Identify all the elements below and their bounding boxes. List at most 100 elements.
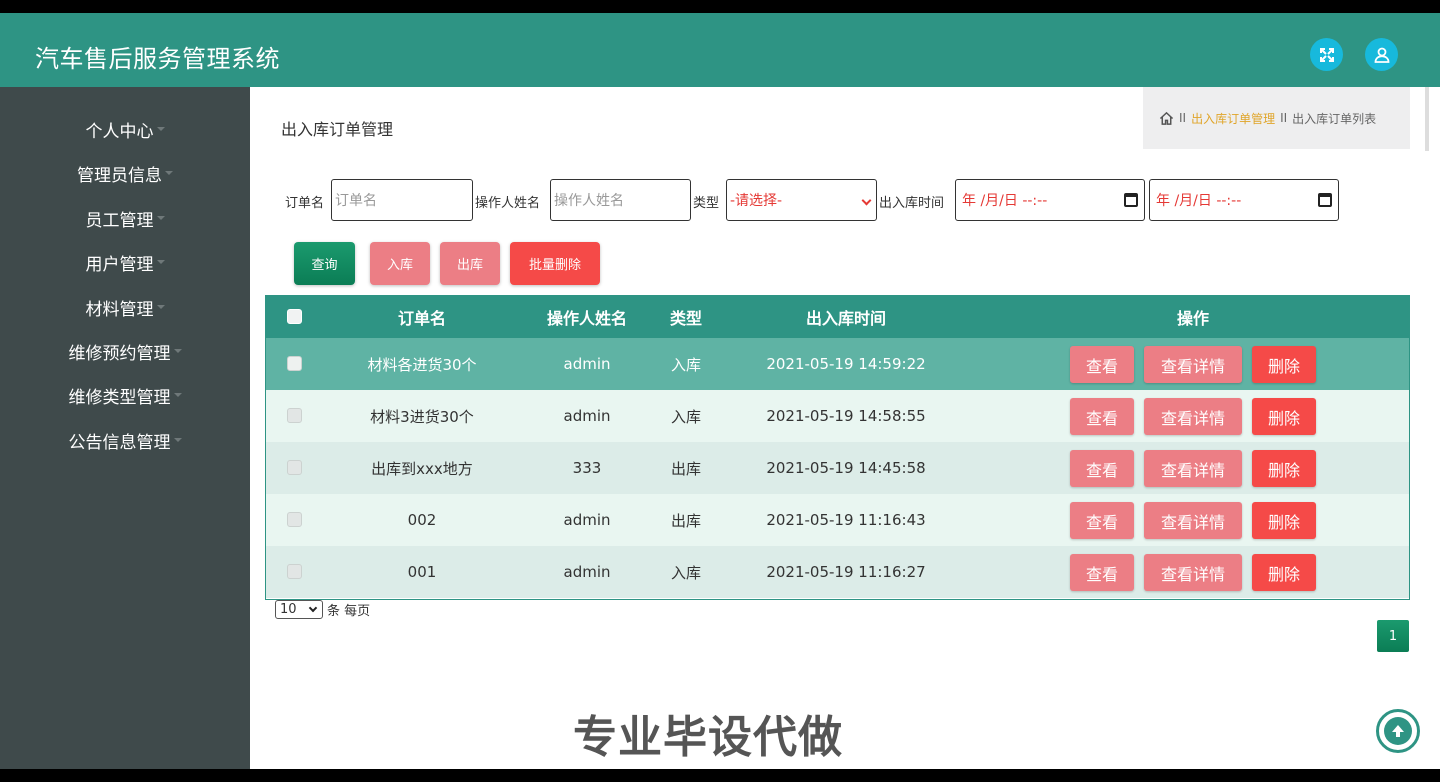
time-cell: 2021-05-19 14:58:55 — [766, 407, 926, 425]
caret-down-icon — [165, 171, 173, 175]
caret-down-icon — [173, 349, 182, 353]
stock-out-button[interactable]: 出库 — [440, 242, 500, 285]
caret-down-icon — [156, 260, 165, 264]
delete-button[interactable]: 删除 — [1252, 346, 1316, 383]
view-button[interactable]: 查看 — [1070, 554, 1134, 591]
operator-name-input[interactable]: 操作人姓名 — [550, 179, 691, 221]
type-select[interactable]: -请选择- — [726, 179, 877, 221]
caret-down-icon — [156, 305, 165, 309]
table-row[interactable]: 材料3进货30个 admin 入库 2021-05-19 14:58:55 查看… — [266, 390, 1409, 442]
order-name-label: 订单名 — [285, 196, 325, 211]
order-name-input[interactable]: 订单名 — [331, 179, 473, 221]
select-all-checkbox[interactable] — [287, 309, 302, 324]
delete-button[interactable]: 删除 — [1252, 450, 1316, 487]
view-detail-button[interactable]: 查看详情 — [1144, 450, 1242, 487]
view-button[interactable]: 查看 — [1070, 502, 1134, 539]
order-name-cell: 材料3进货30个 — [370, 407, 474, 426]
date-from-input[interactable]: 年 /月/日 --:-- — [955, 179, 1145, 221]
sidebar: 个人中心 管理员信息 员工管理 用户管理 材料管理 维修预约管理 维修类型管理 … — [0, 87, 250, 769]
column-header: 类型 — [669, 309, 702, 328]
sidebar-item-label: 维修预约管理 — [68, 343, 171, 364]
column-header: 操作人姓名 — [546, 309, 627, 328]
date-value: 年 /月/日 --:-- — [962, 193, 1048, 209]
caret-down-icon — [156, 216, 165, 220]
pagination-size: 10 条 每页 — [275, 600, 370, 619]
page-button-current[interactable]: 1 — [1377, 620, 1409, 652]
breadcrumb-link[interactable]: 出入库订单管理 — [1191, 110, 1275, 127]
home-icon[interactable] — [1159, 111, 1174, 126]
view-button[interactable]: 查看 — [1070, 398, 1134, 435]
user-button[interactable] — [1365, 38, 1398, 71]
operator-cell: 333 — [572, 459, 602, 477]
column-header: 出入库时间 — [805, 309, 886, 328]
breadcrumb-separator: II — [1179, 111, 1187, 125]
fullscreen-button[interactable] — [1310, 38, 1343, 71]
sidebar-item-admin[interactable]: 管理员信息 — [0, 158, 250, 188]
type-cell: 入库 — [670, 563, 701, 582]
view-detail-button[interactable]: 查看详情 — [1144, 554, 1242, 591]
sidebar-item-repair-booking[interactable]: 维修预约管理 — [0, 336, 250, 366]
view-button[interactable]: 查看 — [1070, 346, 1134, 383]
sidebar-item-label: 员工管理 — [85, 210, 154, 231]
arrow-up-icon — [1384, 717, 1412, 745]
breadcrumb: II 出入库订单管理 II 出入库订单列表 — [1143, 87, 1410, 149]
delete-button[interactable]: 删除 — [1252, 554, 1316, 591]
sidebar-item-repair-types[interactable]: 维修类型管理 — [0, 380, 250, 410]
time-cell: 2021-05-19 14:45:58 — [766, 459, 926, 477]
sidebar-item-materials[interactable]: 材料管理 — [0, 292, 250, 322]
sidebar-item-label: 个人中心 — [85, 121, 154, 142]
row-checkbox[interactable] — [287, 408, 302, 423]
row-checkbox[interactable] — [287, 460, 302, 475]
row-checkbox[interactable] — [287, 356, 302, 371]
delete-button[interactable]: 删除 — [1252, 502, 1316, 539]
table-row[interactable]: 002 admin 出库 2021-05-19 11:16:43 查看 查看详情… — [266, 494, 1409, 546]
select-value: -请选择- — [730, 193, 783, 209]
order-name-cell: 出库到xxx地方 — [371, 459, 473, 478]
date-value: 年 /月/日 --:-- — [1156, 193, 1242, 209]
table-row[interactable]: 材料各进货30个 admin 入库 2021-05-19 14:59:22 查看… — [266, 338, 1409, 390]
order-name-cell: 002 — [407, 511, 437, 529]
order-name-cell: 001 — [407, 563, 437, 581]
sidebar-item-profile[interactable]: 个人中心 — [0, 114, 250, 144]
app-frame: 汽车售后服务管理系统 个人中心 管理员信息 员工管理 用户管理 材料管理 维修预… — [0, 13, 1440, 769]
operator-cell: admin — [563, 355, 611, 373]
time-label: 出入库时间 — [879, 196, 945, 211]
operator-cell: admin — [563, 407, 611, 425]
type-label: 类型 — [693, 196, 720, 211]
sidebar-item-label: 材料管理 — [85, 299, 154, 320]
view-detail-button[interactable]: 查看详情 — [1144, 346, 1242, 383]
table-header: 订单名 操作人姓名 类型 出入库时间 操作 — [266, 296, 1409, 338]
query-button[interactable]: 查询 — [294, 242, 355, 285]
table-row[interactable]: 001 admin 入库 2021-05-19 11:16:27 查看 查看详情… — [266, 546, 1409, 598]
calendar-icon[interactable] — [1318, 193, 1332, 207]
delete-button[interactable]: 删除 — [1252, 398, 1316, 435]
type-cell: 入库 — [670, 407, 701, 426]
per-page-label: 条 每页 — [327, 604, 371, 619]
sidebar-item-users[interactable]: 用户管理 — [0, 247, 250, 277]
batch-delete-button[interactable]: 批量删除 — [510, 242, 600, 285]
user-icon — [1374, 47, 1389, 63]
chevron-down-icon — [861, 195, 872, 206]
row-checkbox[interactable] — [287, 512, 302, 527]
caret-down-icon — [173, 393, 182, 397]
view-button[interactable]: 查看 — [1070, 450, 1134, 487]
operator-label: 操作人姓名 — [475, 196, 541, 211]
calendar-icon[interactable] — [1124, 193, 1138, 207]
sidebar-item-staff[interactable]: 员工管理 — [0, 203, 250, 233]
fullscreen-icon — [1319, 47, 1334, 62]
row-checkbox[interactable] — [287, 564, 302, 579]
scrollbar[interactable] — [1425, 87, 1429, 151]
table-row[interactable]: 出库到xxx地方 333 出库 2021-05-19 14:45:58 查看 查… — [266, 442, 1409, 494]
watermark-overlay: 专业毕设代做 — [573, 712, 843, 763]
sidebar-item-notices[interactable]: 公告信息管理 — [0, 425, 250, 455]
sidebar-item-label: 维修类型管理 — [68, 387, 171, 408]
type-cell: 出库 — [670, 511, 701, 530]
back-to-top-button[interactable] — [1376, 709, 1420, 753]
page-size-select[interactable]: 10 — [275, 600, 323, 619]
view-detail-button[interactable]: 查看详情 — [1144, 398, 1242, 435]
stock-in-button[interactable]: 入库 — [370, 242, 430, 285]
column-header: 操作 — [1176, 309, 1209, 328]
sidebar-item-label: 用户管理 — [85, 254, 154, 275]
view-detail-button[interactable]: 查看详情 — [1144, 502, 1242, 539]
date-to-input[interactable]: 年 /月/日 --:-- — [1149, 179, 1339, 221]
